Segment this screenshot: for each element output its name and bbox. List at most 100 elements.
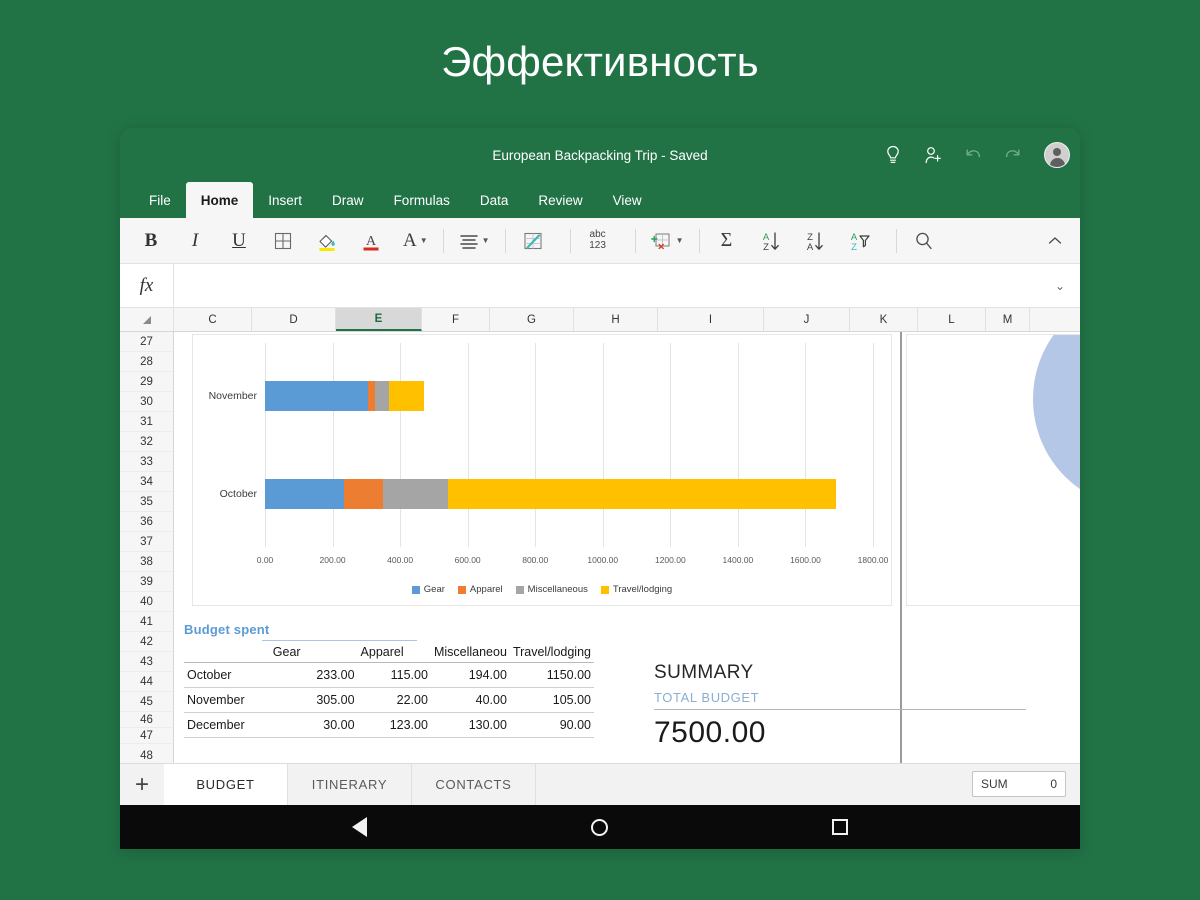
row-header-30[interactable]: 30 [120,392,173,412]
fill-color-icon[interactable] [310,223,344,259]
underline-button[interactable]: U [222,223,256,259]
ribbon-tab-draw[interactable]: Draw [317,182,379,218]
row-header-34[interactable]: 34 [120,472,173,492]
ribbon-tab-review[interactable]: Review [523,182,597,218]
chart-bar-october[interactable]: October [220,478,873,509]
row-header-28[interactable]: 28 [120,352,173,372]
share-add-person-icon[interactable] [920,142,946,168]
sheet-tab-contacts[interactable]: CONTACTS [412,764,536,805]
ribbon-tab-insert[interactable]: Insert [253,182,317,218]
ribbon-tab-home[interactable]: Home [185,182,254,218]
sheet-canvas[interactable]: November October 0.00 200.00 400.00 600.00 80… [174,332,1080,763]
undo-icon[interactable] [960,142,986,168]
column-header-d[interactable]: D [252,308,336,331]
legend-swatch [515,585,524,594]
ribbon-tab-data[interactable]: Data [465,182,524,218]
row-header-41[interactable]: 41 [120,612,173,632]
formula-expand-chevron-icon[interactable]: ⌄ [1040,279,1080,293]
select-all-corner[interactable] [120,308,174,331]
row-header-48[interactable]: 48 [120,744,173,763]
chart-bar-november[interactable]: November [209,381,873,412]
search-icon[interactable] [907,223,941,259]
column-header-i[interactable]: I [658,308,764,331]
ribbon-tab-formulas[interactable]: Formulas [379,182,465,218]
table-row[interactable]: December 30.00 123.00 130.00 90.00 [184,712,594,738]
row-header-27[interactable]: 27 [120,332,173,352]
column-header-l[interactable]: L [918,308,986,331]
sort-ascending-icon[interactable]: AZ [754,223,788,259]
back-nav-icon[interactable] [352,817,367,837]
column-header-h[interactable]: H [574,308,658,331]
ribbon-tab-view[interactable]: View [598,182,657,218]
number-format-icon[interactable]: abc 123 [581,223,615,259]
legend-item-apparel[interactable]: Apparel [457,584,503,595]
row-header-35[interactable]: 35 [120,492,173,512]
tell-me-lightbulb-icon[interactable] [880,142,906,168]
borders-icon[interactable] [266,223,300,259]
status-sum-box[interactable]: SUM 0 [972,771,1066,797]
sheet-tab-itinerary[interactable]: ITINERARY [288,764,412,805]
row-header-45[interactable]: 45 [120,692,173,712]
autosum-icon[interactable]: Σ [710,223,744,259]
add-sheet-button[interactable]: + [120,764,164,805]
column-header-m[interactable]: M [986,308,1030,331]
formula-input[interactable] [174,263,1040,308]
pie-chart[interactable] [906,334,1080,606]
row-header-44[interactable]: 44 [120,672,173,692]
column-header-c[interactable]: C [174,308,252,331]
row-header-32[interactable]: 32 [120,432,173,452]
redo-icon[interactable] [1000,142,1026,168]
toolbar-divider [504,228,506,253]
bold-button[interactable]: B [134,223,168,259]
table-row[interactable]: October 233.00 115.00 194.00 1150.00 [184,662,594,688]
row-header-39[interactable]: 39 [120,572,173,592]
cell-misc: 130.00 [430,712,510,738]
ribbon-tab-file[interactable]: File [134,182,186,218]
legend-item-travel-lodging[interactable]: Travel/lodging [600,584,672,595]
column-header-g[interactable]: G [490,308,574,331]
row-header-33[interactable]: 33 [120,452,173,472]
column-header-j[interactable]: J [764,308,850,331]
italic-button[interactable]: I [178,223,212,259]
function-icon[interactable]: fx [120,263,174,308]
row-header-43[interactable]: 43 [120,652,173,672]
sort-descending-icon[interactable]: ZA [798,223,832,259]
recents-nav-icon[interactable] [832,819,848,835]
legend-item-miscellaneous[interactable]: Miscellaneous [515,584,588,595]
cell-travel: 105.00 [509,687,594,713]
legend-label: Apparel [469,584,503,595]
cell-gear: 30.00 [269,712,358,738]
android-nav-bar [120,805,1080,849]
column-header-f[interactable]: F [422,308,490,331]
row-header-37[interactable]: 37 [120,532,173,552]
bar-segment-apparel [368,381,376,412]
column-header-e[interactable]: E [336,308,422,331]
align-icon[interactable]: ▼ [454,223,495,259]
avatar[interactable] [1044,142,1070,168]
table-row[interactable]: November 305.00 22.00 40.00 105.00 [184,687,594,713]
row-header-36[interactable]: 36 [120,512,173,532]
home-nav-icon[interactable] [591,818,608,836]
sheet-tab-budget[interactable]: BUDGET [164,764,288,805]
row-header-40[interactable]: 40 [120,592,173,612]
collapse-ribbon-icon[interactable] [1038,223,1072,259]
legend-item-gear[interactable]: Gear [411,584,445,595]
row-header-38[interactable]: 38 [120,552,173,572]
column-header-k[interactable]: K [850,308,918,331]
row-header-47[interactable]: 47 [120,728,173,744]
row-header-46[interactable]: 46 [120,712,173,728]
row-header-29[interactable]: 29 [120,372,173,392]
row-header-31[interactable]: 31 [120,412,173,432]
bar-segment-apparel [343,478,383,509]
filter-icon[interactable]: AZ [842,223,876,259]
chart-x-tick: 800.00 [522,555,549,565]
merge-cells-icon[interactable] [516,223,550,259]
sheet-tab-bar: + BUDGET ITINERARY CONTACTS SUM 0 [120,763,1080,805]
stacked-bar-chart[interactable]: November October 0.00 200.00 400.00 600.00 80… [192,334,892,606]
chevron-down-icon: ▼ [675,236,684,245]
row-header-42[interactable]: 42 [120,632,173,652]
insert-delete-cells-icon[interactable]: ▼ [646,223,689,259]
number-format-abc: abc [589,229,606,240]
font-size-icon[interactable]: A ▼ [398,223,433,259]
font-color-icon[interactable]: A [354,223,388,259]
